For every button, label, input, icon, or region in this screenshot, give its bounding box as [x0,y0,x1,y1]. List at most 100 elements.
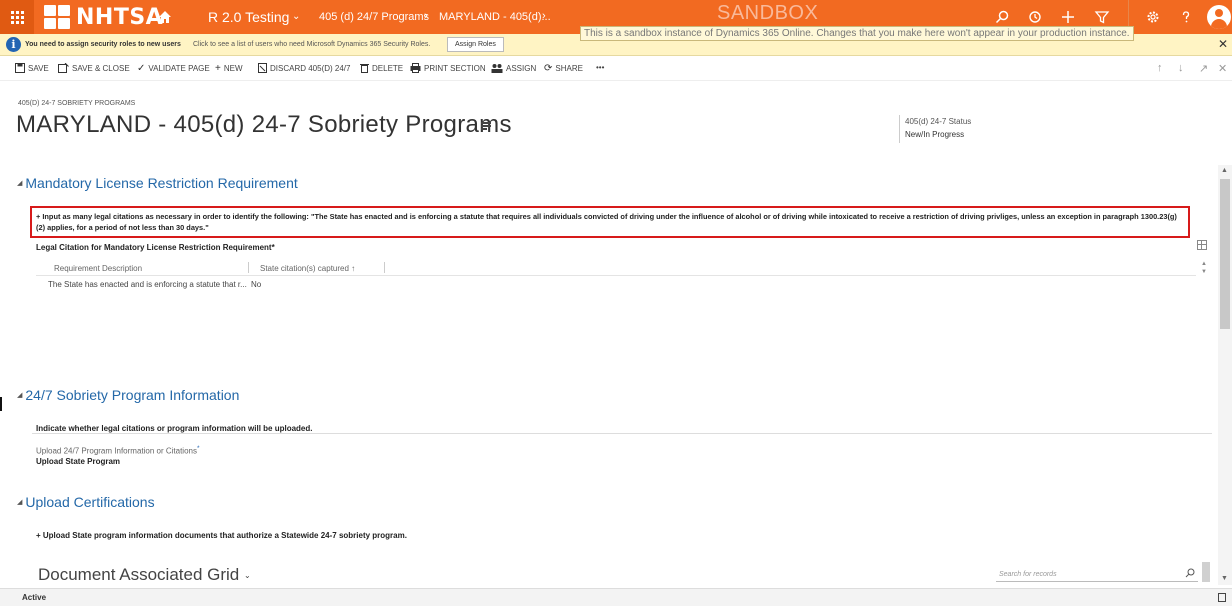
chevron-down-icon[interactable]: ⌄ [292,11,300,22]
new-button[interactable]: + NEW [215,63,243,74]
app-switcher[interactable]: R 2.0 Testing [208,9,289,25]
assign-label: ASSIGN [506,63,537,73]
notification-title: You need to assign security roles to new… [25,41,181,48]
waffle-icon [10,10,24,24]
sandbox-watermark: SANDBOX [717,2,819,24]
trash-icon [360,64,369,73]
plus-icon: + [215,63,221,74]
save-button[interactable]: SAVE [15,63,49,73]
entity-label: 405(D) 24-7 SOBRIETY PROGRAMS [18,100,136,107]
help-icon[interactable] [1178,9,1194,25]
section-title: 24/7 Sobriety Program Information [25,387,240,403]
section-sobriety-header[interactable]: ◢ 24/7 Sobriety Program Information [17,387,239,403]
save-label: SAVE [28,63,49,73]
main-scrollbar[interactable]: ▲ ▼ [1218,165,1232,585]
arrow-up-icon[interactable]: ↑ [1157,62,1163,74]
home-icon[interactable] [157,9,173,25]
form-selector-icon[interactable] [481,122,491,130]
gear-icon[interactable] [1145,9,1161,25]
save-close-icon [58,63,69,73]
scroll-thumb[interactable] [1202,562,1210,582]
close-record-icon[interactable]: ✕ [1218,62,1227,75]
info-icon: i [6,37,21,52]
assign-button[interactable]: ASSIGN [491,63,536,73]
instruction-callout: + Input as many legal citations as neces… [30,206,1190,238]
record-status: Active [22,593,47,602]
discard-button[interactable]: DISCARD 405(D) 24/7 [258,63,350,73]
history-icon[interactable] [1027,9,1043,25]
search-records-input[interactable]: Search for records [996,568,1198,582]
more-commands-button[interactable]: ••• [596,63,604,72]
document-grid-scrollbar[interactable] [1201,550,1211,585]
column-header-captured[interactable]: State citation(s) captured ↑ [260,264,355,273]
brand-logo[interactable]: NHTSA [44,4,163,30]
column-separator [384,262,385,273]
discard-icon [258,63,267,73]
save-icon[interactable] [1218,593,1226,602]
section-title: Mandatory License Restriction Requiremen… [25,175,298,191]
collapse-triangle-icon: ◢ [17,499,23,506]
print-label: PRINT SECTION [424,63,486,73]
breadcrumb-entity[interactable]: 405 (d) 24/7 Programs [319,11,429,23]
grid-view-icon[interactable] [1197,240,1207,250]
close-icon[interactable]: ✕ [1218,37,1228,51]
user-avatar[interactable] [1207,5,1231,29]
column-separator [248,262,249,273]
cell-requirement: The State has enacted and is enforcing a… [48,280,247,289]
printer-icon [410,63,421,73]
filter-icon[interactable] [1094,9,1110,25]
assign-roles-button[interactable]: Assign Roles [447,37,504,52]
new-label: NEW [223,64,243,73]
scroll-thumb[interactable] [1220,179,1230,329]
save-icon [15,63,25,73]
scroll-down-icon[interactable]: ▼ [1221,575,1228,582]
assign-people-icon [491,64,503,73]
share-button[interactable]: ⟳ SHARE [544,63,583,74]
indicate-instruction: Indicate whether legal citations or prog… [36,424,313,433]
app-launcher-button[interactable] [0,0,34,34]
share-icon: ⟳ [544,63,553,74]
plus-icon[interactable] [1060,9,1076,25]
breadcrumb-separator: › [542,10,546,22]
record-title: MARYLAND - 405(d) 24-7 Sobriety Programs [16,111,512,138]
save-close-button[interactable]: SAVE & CLOSE [58,63,130,73]
print-section-button[interactable]: PRINT SECTION [410,63,486,73]
delete-label: DELETE [372,63,404,73]
status-bar: Active [0,588,1232,606]
chevron-down-icon: ⌄ [244,571,251,581]
search-icon[interactable] [1185,568,1195,578]
arrow-down-icon[interactable]: ↓ [1178,62,1184,74]
required-marker: * [196,445,200,452]
validate-icon: ✓ [137,63,146,74]
validate-page-button[interactable]: ✓ VALIDATE PAGE [137,63,210,74]
scroll-up-icon[interactable]: ▲ [1221,167,1228,174]
upload-field-label: Upload 24/7 Program Information or Citat… [36,445,200,456]
section-mandatory-header[interactable]: ◢ Mandatory License Restriction Requirem… [17,175,298,191]
breadcrumb-record[interactable]: MARYLAND - 405(d)... [439,11,551,23]
search-icon[interactable] [994,9,1010,25]
cell-captured: No [251,280,262,289]
column-header-requirement[interactable]: Requirement Description [54,264,142,273]
subgrid-label: Legal Citation for Mandatory License Res… [36,243,275,252]
more-label: ••• [596,63,605,72]
validate-label: VALIDATE PAGE [148,64,210,73]
brand-name: NHTSA [76,4,164,30]
share-label: SHARE [555,64,583,73]
breadcrumb-separator: › [424,10,428,22]
save-close-label: SAVE & CLOSE [72,63,130,73]
upload-field-value[interactable]: Upload State Program [36,457,120,466]
command-bar: SAVE SAVE & CLOSE ✓ VALIDATE PAGE + NEW … [0,57,1232,81]
document-grid-selector[interactable]: Document Associated Grid ⌄ [38,565,251,585]
delete-button[interactable]: DELETE [360,63,403,73]
status-field-label: 405(d) 24-7 Status [905,117,972,126]
subgrid-header: Requirement Description State citation(s… [36,260,1196,276]
logo-mark-icon [44,5,72,29]
divider [32,433,1212,434]
certifications-instruction: + Upload State program information docum… [36,531,407,540]
notification-link[interactable]: Click to see a list of users who need Mi… [193,41,430,48]
discard-label: DISCARD 405(D) 24/7 [270,63,351,73]
section-certifications-header[interactable]: ◢ Upload Certifications [17,494,155,510]
sandbox-tooltip: This is a sandbox instance of Dynamics 3… [580,26,1134,41]
pop-out-icon[interactable]: ↗ [1199,62,1208,75]
subgrid-scroll[interactable]: ▲ ▼ [1198,260,1210,276]
